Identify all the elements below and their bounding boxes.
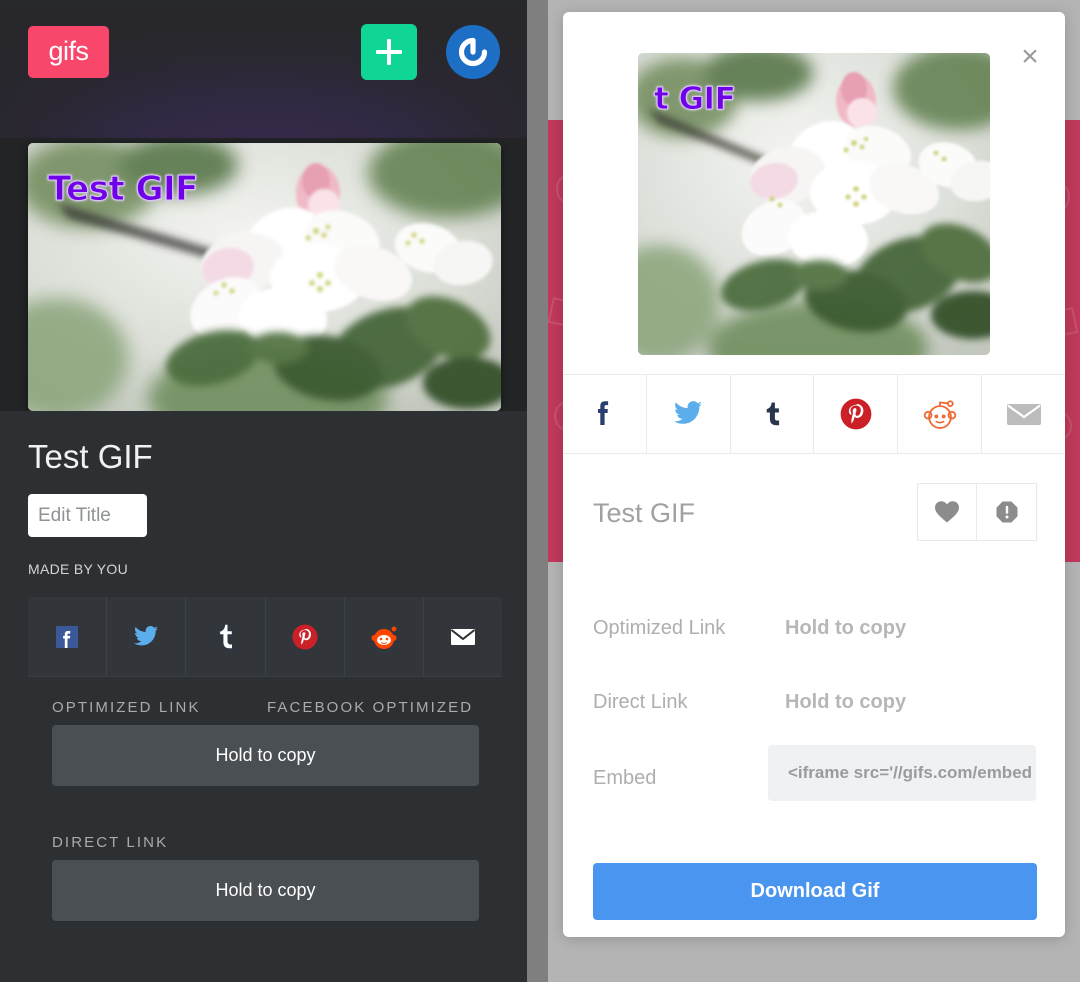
pinterest-icon <box>292 624 318 649</box>
modal-gif-title: Test GIF <box>593 498 696 528</box>
modal-gif-preview[interactable]: t GIF <box>638 53 990 355</box>
share-tumblr-button[interactable] <box>186 597 266 676</box>
report-button[interactable] <box>977 483 1037 541</box>
modal-share-facebook-button[interactable] <box>563 375 647 453</box>
share-bar-modal <box>563 374 1065 454</box>
modal-optimized-link-label: Optimized Link <box>593 617 726 639</box>
share-facebook-button[interactable] <box>28 597 108 676</box>
page-title: Test GIF <box>28 438 153 475</box>
facebook-icon <box>56 625 79 648</box>
gifs-logo[interactable]: gifs <box>28 26 109 78</box>
gifs-page-left: gifs Test GIF Test GIF Edit Title MADE B… <box>0 0 527 982</box>
reddit-icon <box>923 400 956 429</box>
like-button[interactable] <box>917 483 977 541</box>
share-reddit-button[interactable] <box>345 597 424 676</box>
gifs-logo-label: gifs <box>48 35 89 66</box>
download-gif-button[interactable]: Download Gif <box>593 863 1037 920</box>
heart-icon <box>935 501 959 523</box>
app-screen: gifs Test GIF Test GIF Edit Title MADE B… <box>0 0 1080 982</box>
modal-embed-code-value: <iframe src='//gifs.com/embed <box>788 763 1033 782</box>
optimized-link-hold-to-copy[interactable]: Hold to copy <box>52 725 479 786</box>
modal-direct-link-value[interactable]: Hold to copy <box>785 691 906 714</box>
avatar[interactable] <box>446 25 500 79</box>
optimized-link-hold-label: Hold to copy <box>215 745 316 765</box>
add-gif-button[interactable] <box>361 24 417 80</box>
edit-title-input[interactable] <box>28 494 147 537</box>
modal-share-reddit-button[interactable] <box>898 375 983 453</box>
facebook-optimized-label: FACEBOOK OPTIMIZED <box>267 699 474 716</box>
modal-share-pinterest-button[interactable] <box>814 375 899 453</box>
window-gutter-dark <box>527 0 548 982</box>
direct-link-label: DIRECT LINK <box>52 834 169 851</box>
pinterest-icon <box>840 398 872 430</box>
plus-icon <box>376 39 402 65</box>
modal-title-row: Test GIF <box>563 482 1065 572</box>
envelope-icon <box>1006 404 1041 425</box>
gravatar-icon <box>453 32 493 72</box>
direct-link-hold-label: Hold to copy <box>215 880 316 900</box>
gif-details: Test GIF MADE BY YOU <box>0 411 527 982</box>
modal-direct-link-label: Direct Link <box>593 691 688 713</box>
share-email-button[interactable] <box>424 597 502 676</box>
reddit-icon <box>371 626 397 649</box>
envelope-icon <box>450 628 476 645</box>
modal-embed-label: Embed <box>593 767 657 789</box>
modal-gif-overlay-title: t GIF <box>653 81 736 118</box>
close-icon[interactable]: × <box>1015 42 1045 72</box>
report-alert-icon <box>996 501 1017 523</box>
share-pinterest-button[interactable] <box>266 597 345 676</box>
modal-action-group <box>917 483 1037 541</box>
gif-preview-card[interactable]: Test GIF <box>28 143 501 411</box>
modal-share-tumblr-button[interactable] <box>731 375 815 453</box>
modal-optimized-link-value[interactable]: Hold to copy <box>785 617 906 640</box>
facebook-icon <box>598 401 609 425</box>
made-by-label: MADE BY YOU <box>28 561 129 577</box>
share-modal-stage: × t GIF Test GIF Optimized Link Hold to … <box>548 0 1080 982</box>
tumblr-icon <box>218 623 235 650</box>
share-modal: × t GIF Test GIF Optimized Link Hold to … <box>563 12 1065 937</box>
direct-link-hold-to-copy[interactable]: Hold to copy <box>52 860 479 921</box>
share-bar-left <box>28 597 502 676</box>
page-header: gifs <box>0 0 527 138</box>
gif-overlay-title: Test GIF <box>48 169 199 210</box>
modal-embed-code-field[interactable]: <iframe src='//gifs.com/embed <box>768 745 1036 801</box>
twitter-icon <box>674 401 703 424</box>
modal-share-twitter-button[interactable] <box>647 375 731 453</box>
tumblr-icon <box>766 402 780 426</box>
modal-share-email-button[interactable] <box>982 375 1065 453</box>
optimized-link-label: OPTIMIZED LINK <box>52 699 201 716</box>
link-copy-section: OPTIMIZED LINK FACEBOOK OPTIMIZED Hold t… <box>28 676 502 982</box>
share-twitter-button[interactable] <box>107 597 187 676</box>
twitter-icon <box>134 625 159 645</box>
